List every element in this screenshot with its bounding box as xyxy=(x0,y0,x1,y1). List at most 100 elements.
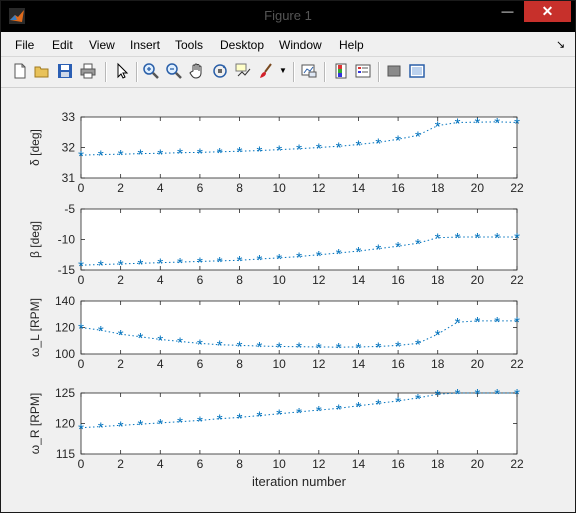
x-tick-label: 16 xyxy=(391,457,405,471)
figure-window: Figure 1 — ✕ File Edit View Insert Tools… xyxy=(0,0,576,513)
brush-dropdown-icon[interactable]: ▼ xyxy=(279,66,287,84)
data-point-marker: * xyxy=(237,338,243,355)
data-point-marker: * xyxy=(395,132,401,149)
data-point-marker: * xyxy=(98,323,104,340)
data-point-marker: * xyxy=(514,115,520,132)
pointer-icon[interactable] xyxy=(113,62,131,80)
x-tick-label: 22 xyxy=(510,357,524,371)
data-point-marker: * xyxy=(356,244,362,261)
print-icon[interactable] xyxy=(79,62,97,80)
x-tick-label: 4 xyxy=(157,457,164,471)
data-point-marker: * xyxy=(435,327,441,344)
data-point-marker: * xyxy=(316,340,322,357)
data-point-marker: * xyxy=(138,417,144,434)
data-point-marker: * xyxy=(514,230,520,247)
open-file-icon[interactable] xyxy=(33,62,51,80)
x-tick-label: 22 xyxy=(510,457,524,471)
save-icon[interactable] xyxy=(56,62,74,80)
zoom-out-icon[interactable] xyxy=(165,62,183,80)
data-point-marker: * xyxy=(336,246,342,263)
x-tick-label: 16 xyxy=(391,181,405,195)
data-point-marker: * xyxy=(514,386,520,403)
data-point-marker: * xyxy=(256,252,262,269)
rotate-3d-icon[interactable] xyxy=(211,62,229,80)
x-tick-label: 14 xyxy=(352,181,366,195)
data-point-marker: * xyxy=(336,401,342,418)
window-title: Figure 1 xyxy=(264,8,312,23)
data-point-marker: * xyxy=(138,147,144,164)
y-axis-label: δ [deg] xyxy=(28,129,42,166)
x-tick-label: 16 xyxy=(391,357,405,371)
legend-icon[interactable] xyxy=(354,62,372,80)
zoom-in-icon[interactable] xyxy=(142,62,160,80)
close-button[interactable]: ✕ xyxy=(524,1,571,22)
data-point-marker: * xyxy=(118,327,124,344)
data-cursor-icon[interactable] xyxy=(234,62,252,80)
x-tick-label: 2 xyxy=(117,181,124,195)
new-figure-icon[interactable] xyxy=(11,62,29,80)
data-point-marker: * xyxy=(435,231,441,248)
x-tick-label: 18 xyxy=(431,273,445,287)
menu-edit[interactable]: Edit xyxy=(52,38,73,52)
data-point-marker: * xyxy=(177,146,183,163)
data-point-marker: * xyxy=(78,421,84,438)
data-point-marker: * xyxy=(118,257,124,274)
data-point-marker: * xyxy=(237,144,243,161)
data-point-marker: * xyxy=(157,416,163,433)
data-point-marker: * xyxy=(276,339,282,356)
data-point-marker: * xyxy=(197,336,203,353)
data-point-marker: * xyxy=(395,394,401,411)
y-tick-label: -15 xyxy=(58,263,76,277)
data-point-marker: * xyxy=(395,338,401,355)
dock-arrow-icon[interactable]: ↘ xyxy=(556,38,565,51)
menu-insert[interactable]: Insert xyxy=(130,38,160,52)
brush-icon[interactable] xyxy=(257,62,275,80)
x-tick-label: 18 xyxy=(431,181,445,195)
toolbar-separator xyxy=(136,62,138,82)
data-point-marker: * xyxy=(217,338,223,355)
colorbar-icon[interactable] xyxy=(332,62,350,80)
show-plot-tools-icon[interactable] xyxy=(408,62,426,80)
menu-file[interactable]: File xyxy=(15,38,34,52)
data-point-marker: * xyxy=(98,420,104,437)
x-tick-label: 18 xyxy=(431,357,445,371)
figure-toolbar: ▼ xyxy=(1,56,575,88)
menu-desktop[interactable]: Desktop xyxy=(220,38,264,52)
menu-window[interactable]: Window xyxy=(279,38,322,52)
data-point-marker: * xyxy=(415,128,421,145)
data-point-marker: * xyxy=(514,314,520,331)
data-point-marker: * xyxy=(138,330,144,347)
data-point-marker: * xyxy=(197,254,203,271)
toolbar-separator xyxy=(378,62,380,82)
title-bar[interactable]: Figure 1 — ✕ xyxy=(1,1,575,32)
menu-help[interactable]: Help xyxy=(339,38,364,52)
x-tick-label: 0 xyxy=(78,357,85,371)
toolbar-separator xyxy=(324,62,326,82)
x-tick-label: 20 xyxy=(471,357,485,371)
axes-4[interactable] xyxy=(80,392,518,455)
hide-plot-tools-icon[interactable] xyxy=(385,62,403,80)
data-point-marker: * xyxy=(356,399,362,416)
menu-tools[interactable]: Tools xyxy=(175,38,203,52)
figure-canvas[interactable]: 0 2 4 6 8 10 12 14 16 18 20 22 31 32 33 δ [deg] * * * * * * * *… xyxy=(9,91,567,505)
data-point-marker: * xyxy=(474,386,480,403)
x-tick-label: 8 xyxy=(236,457,243,471)
x-tick-label: 4 xyxy=(157,181,164,195)
data-point-marker: * xyxy=(494,386,500,403)
y-tick-label: 125 xyxy=(55,386,75,400)
data-point-marker: * xyxy=(296,250,302,267)
x-tick-label: 22 xyxy=(510,181,524,195)
y-axis-label: ω_R [RPM] xyxy=(28,393,42,454)
data-point-marker: * xyxy=(237,253,243,270)
pan-hand-icon[interactable] xyxy=(188,62,206,80)
toolbar-separator xyxy=(105,62,107,82)
x-tick-label: 0 xyxy=(78,457,85,471)
link-plot-icon[interactable] xyxy=(300,62,318,80)
minimize-button[interactable]: — xyxy=(494,1,521,22)
x-tick-label: 6 xyxy=(197,357,204,371)
data-point-marker: * xyxy=(296,340,302,357)
menu-view[interactable]: View xyxy=(89,38,115,52)
data-point-marker: * xyxy=(356,137,362,154)
x-tick-label: 6 xyxy=(197,273,204,287)
data-point-marker: * xyxy=(375,135,381,152)
